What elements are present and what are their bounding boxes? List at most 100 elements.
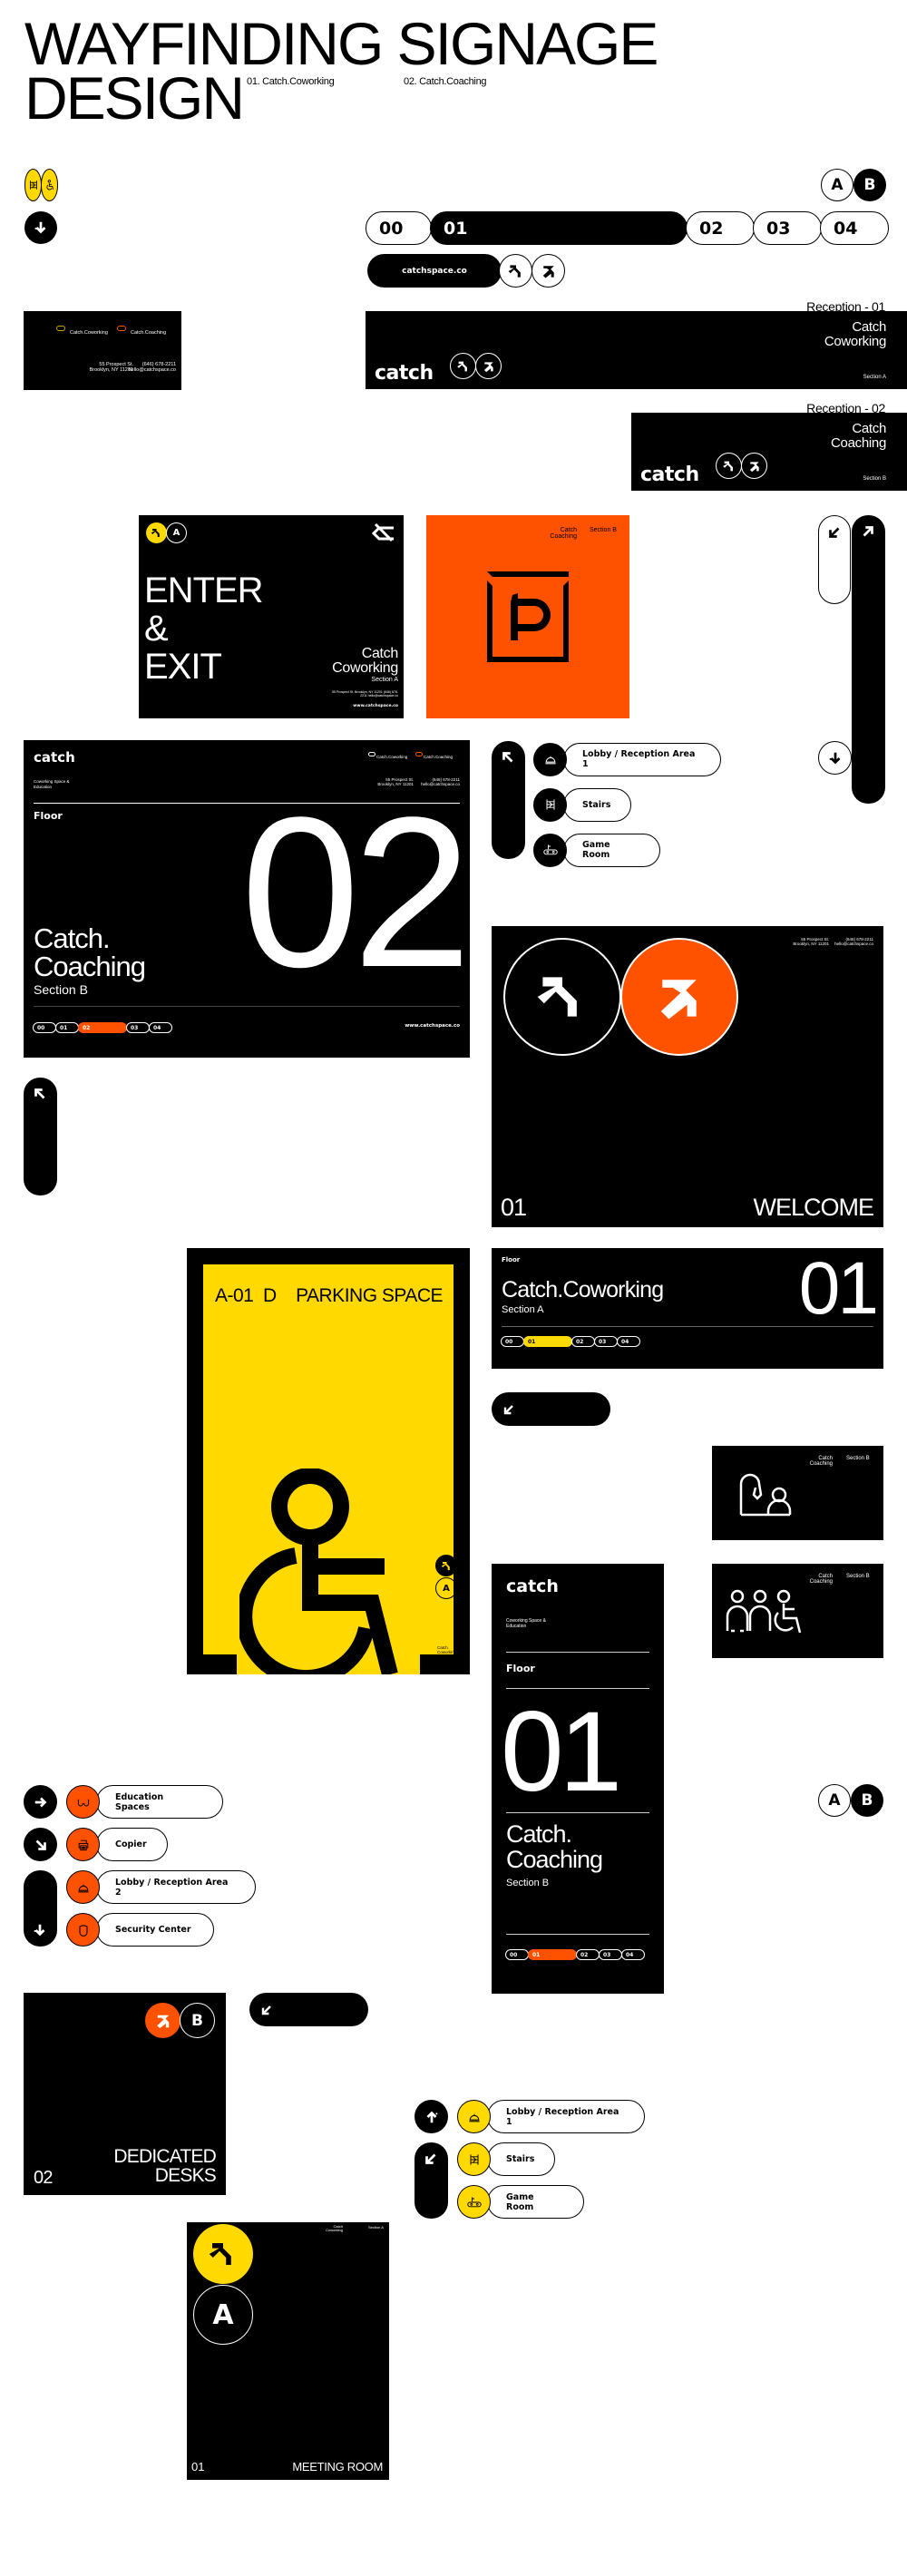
floor-nav-mini: 00 01 02 03 04 <box>501 1336 640 1347</box>
game-controller-icon <box>467 2195 482 2210</box>
list-item[interactable]: Game Room <box>457 2185 645 2219</box>
floor-tab-03[interactable]: 03 <box>753 211 822 245</box>
floor-tab-01-active[interactable]: 01 <box>430 211 688 245</box>
subtitle-coaching: 02. Catch.Coaching <box>404 76 487 87</box>
list-item[interactable]: Game Room <box>533 832 721 868</box>
section-badge: A <box>193 2285 253 2345</box>
divider <box>506 1812 649 1813</box>
bell-icon <box>467 2110 482 2124</box>
bell-icon <box>543 752 558 766</box>
directory-list-3: Lobby / Reception Area 1 Stairs Game Roo… <box>457 2100 645 2219</box>
parking-sign-orange: Catch Coaching Section B <box>426 515 629 718</box>
catch-logo: catch <box>34 749 75 766</box>
list-item[interactable]: Security Center <box>66 1913 256 1947</box>
down-arrow-chip <box>24 211 57 244</box>
catch-logo: catch <box>640 463 699 486</box>
shield-icon <box>76 1923 91 1937</box>
floor-tab-04[interactable]: 04 <box>820 211 889 245</box>
directory-list-2: Education Spaces Copier Lobby / Receptio… <box>66 1785 256 1947</box>
floor-number: 01 <box>798 1247 879 1330</box>
floor-sign-01-tall: catch Coworking Space & Education Floor … <box>492 1564 664 1994</box>
direction-capsule <box>24 1078 57 1195</box>
arrow-down-left-icon <box>502 1402 516 1417</box>
restroom-people-accessible-icon <box>726 1589 802 1634</box>
reception-icon-sign: Catch Coaching Section B <box>712 1446 883 1540</box>
list-item[interactable]: Stairs <box>533 786 721 823</box>
divider <box>506 1652 649 1653</box>
catch-arrow-alt-icon <box>746 458 763 474</box>
catch-arrow-icon <box>506 261 526 281</box>
logo-mark-2 <box>532 254 565 288</box>
bell-icon <box>76 1880 91 1895</box>
section-badge: B <box>180 2003 215 2038</box>
catch-arrow-alt-icon <box>481 358 497 375</box>
catch-arrow-icon <box>721 458 737 474</box>
floor-nav-large: 00 01 02 03 04 <box>366 211 889 245</box>
directory-list-1: Lobby / Reception Area 1 Stairs Game Roo… <box>533 741 721 868</box>
arrow-down-left-icon <box>826 524 843 541</box>
arrow-down-left-icon <box>423 2151 439 2167</box>
direction-capsule-filled <box>852 515 885 804</box>
catch-arrow-icon <box>455 358 472 375</box>
direction-pill <box>492 1392 610 1426</box>
arrow-up-right-icon <box>860 523 876 540</box>
catch-arrow-icon <box>530 964 595 1029</box>
url-pill[interactable]: catchspace.co <box>367 254 502 288</box>
catch-arrow-icon <box>440 1559 454 1573</box>
catch-logo: catch <box>375 362 434 385</box>
reception-sign-02: catch Catch Coaching Section B <box>631 413 907 491</box>
list-item[interactable]: Lobby / Reception Area 1 <box>533 741 721 777</box>
list-item[interactable]: Stairs <box>457 2142 645 2176</box>
glasses-icon <box>76 1795 91 1810</box>
catch-arrow-icon <box>150 526 163 540</box>
game-controller-icon <box>543 843 558 857</box>
page-title: WAYFINDING SIGNAGE DESIGN <box>24 10 658 132</box>
catch-monogram-icon <box>372 522 394 542</box>
list-item[interactable]: Education Spaces <box>66 1785 256 1819</box>
arrow-down-left-icon <box>259 2003 274 2017</box>
floor-nav-mini: 00 01 02 03 04 <box>505 1949 645 1960</box>
section-badge: A <box>166 522 187 543</box>
dedicated-desks-sign: B 02 DEDICATED DESKS <box>24 1993 226 2195</box>
reception-person-icon <box>739 1473 792 1517</box>
section-b-badge: B <box>851 1784 883 1817</box>
section-a-badge: A <box>821 169 853 201</box>
parking-p-icon <box>487 571 569 662</box>
section-b-badge: B <box>853 169 886 201</box>
direction-capsule-outline <box>818 515 851 604</box>
badge-coaching <box>117 326 126 331</box>
floor-tab-00[interactable]: 00 <box>366 211 432 245</box>
catch-arrow-icon <box>205 2236 241 2272</box>
floor-sign-02: catch Coworking Space & Education Catch.… <box>24 740 472 1058</box>
floor-sign-01-wide: Floor Catch.Coworking Section A 01 00 01… <box>492 1248 883 1369</box>
list-item[interactable]: Lobby / Reception Area 1 <box>457 2100 645 2133</box>
printer-icon <box>76 1838 91 1852</box>
wheelchair-icon <box>239 1469 398 1674</box>
arrow-down-right-icon <box>33 1837 49 1853</box>
arrow-up-left-icon <box>32 1086 48 1102</box>
enter-exit-sign: A ENTER & EXIT Catch Coworking Section A… <box>139 515 404 718</box>
wheelchair-icon <box>44 179 56 191</box>
section-badge: A <box>435 1577 457 1599</box>
catch-arrow-alt-icon <box>539 261 559 281</box>
arrow-down-icon <box>33 220 49 236</box>
arrow-up-icon <box>424 2109 440 2125</box>
meeting-room-sign: A Catch Coworking Section A 01 MEETING R… <box>187 2222 389 2480</box>
restroom-icon-sign: Catch Coaching Section B <box>712 1564 883 1658</box>
subtitle-coworking: 01. Catch.Coworking <box>247 76 335 87</box>
stairs-icon <box>467 2152 482 2167</box>
list-item[interactable]: Copier <box>66 1828 256 1861</box>
list-item[interactable]: Lobby / Reception Area 2 <box>66 1870 256 1904</box>
direction-capsule <box>414 2142 448 2219</box>
business-card: Catch.Coworking Catch.Coaching 55 Prospe… <box>24 311 181 390</box>
welcome-sign: 55 Prospect St. Brooklyn, NY 11201 (646)… <box>492 926 883 1227</box>
down-arrow-chip <box>818 741 852 775</box>
direction-capsule <box>24 1870 57 1947</box>
floor-number: 02 <box>240 773 471 1012</box>
stairs-icon <box>543 797 558 812</box>
divider <box>34 1006 460 1007</box>
accessible-chip <box>41 169 58 201</box>
floor-tab-02[interactable]: 02 <box>686 211 755 245</box>
direction-capsule <box>492 741 525 859</box>
arrow-up-left-icon <box>500 749 516 766</box>
